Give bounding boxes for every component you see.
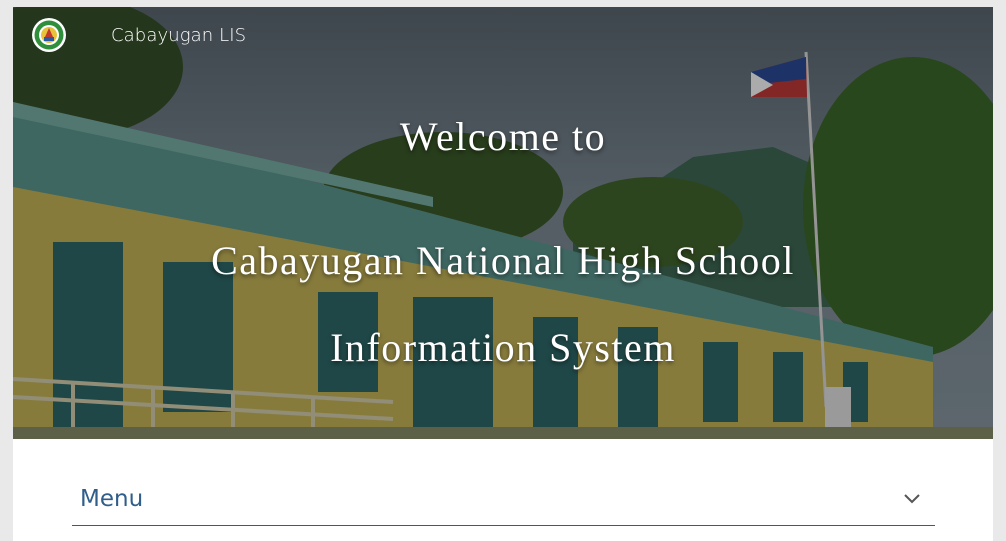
- menu-label[interactable]: Menu: [80, 486, 143, 512]
- hero-system-name: Information System: [330, 325, 676, 370]
- hero-banner: Cabayugan LIS Welcome to Cabayugan Natio…: [13, 7, 993, 439]
- brand-name[interactable]: Cabayugan LIS: [111, 25, 246, 46]
- menu-toggle[interactable]: Menu: [72, 473, 935, 526]
- hero-welcome-text: Welcome to: [399, 114, 607, 159]
- page-frame: Cabayugan LIS Welcome to Cabayugan Natio…: [13, 7, 993, 541]
- navbar-brand[interactable]: Cabayugan LIS: [31, 17, 246, 53]
- hero-overlay: [13, 7, 993, 439]
- school-seal-icon[interactable]: [31, 17, 67, 53]
- hero-school-name: Cabayugan National High School: [211, 238, 795, 283]
- chevron-down-icon[interactable]: [903, 493, 921, 505]
